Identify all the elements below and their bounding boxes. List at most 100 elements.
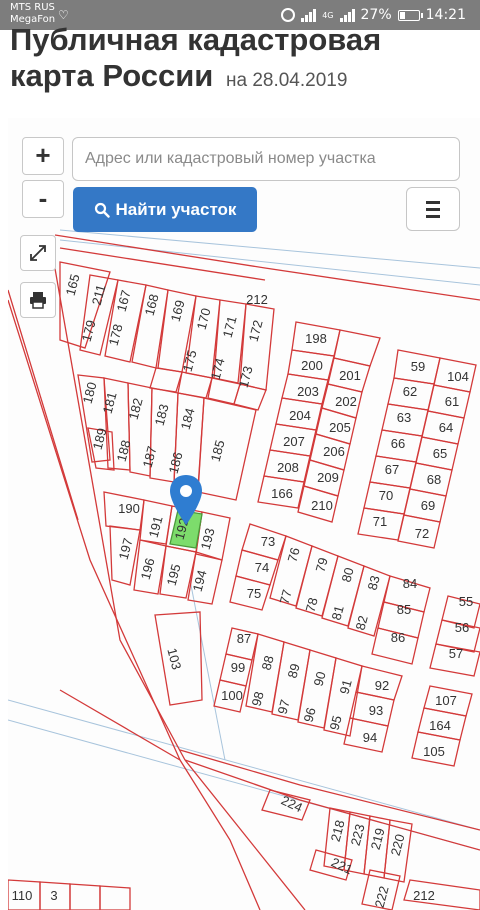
- parcel-label[interactable]: 86: [391, 630, 405, 645]
- parcel-label[interactable]: 104: [447, 369, 469, 384]
- parcel-label[interactable]: 187: [140, 444, 160, 469]
- parcel-label[interactable]: 209: [317, 470, 339, 485]
- parcel-label[interactable]: 181: [100, 390, 120, 415]
- parcel-label[interactable]: 190: [118, 501, 140, 516]
- parcel-label[interactable]: 219: [368, 826, 388, 851]
- parcel-label[interactable]: 63: [397, 410, 411, 425]
- parcel-label[interactable]: 185: [208, 438, 228, 463]
- parcel-label[interactable]: 212: [246, 292, 268, 307]
- parcel-label[interactable]: 85: [397, 602, 411, 617]
- parcel-label[interactable]: 201: [339, 368, 361, 383]
- parcel-label[interactable]: 93: [369, 703, 383, 718]
- parcel-label[interactable]: 65: [433, 446, 447, 461]
- parcel-label[interactable]: 3: [50, 888, 57, 903]
- parcel-label[interactable]: 70: [379, 488, 393, 503]
- zoom-in-button[interactable]: +: [22, 137, 64, 175]
- parcel-label[interactable]: 171: [220, 314, 240, 339]
- parcel-label[interactable]: 174: [208, 356, 228, 381]
- parcel-label[interactable]: 105: [423, 744, 445, 759]
- parcel-label[interactable]: 72: [415, 526, 429, 541]
- menu-button[interactable]: [406, 187, 460, 231]
- parcel-label[interactable]: 218: [328, 818, 348, 843]
- parcel-label[interactable]: 165: [63, 272, 83, 297]
- parcel-label[interactable]: 67: [385, 462, 399, 477]
- map-canvas[interactable]: 165 211 167 168 169 170 171 172 212 179 …: [8, 118, 480, 910]
- parcel-label[interactable]: 183: [152, 402, 172, 427]
- parcel-label[interactable]: 76: [285, 546, 303, 564]
- parcel-label[interactable]: 166: [271, 486, 293, 501]
- fullscreen-button[interactable]: [20, 235, 56, 271]
- parcel-label[interactable]: 222: [372, 884, 392, 909]
- parcel-label[interactable]: 55: [459, 594, 473, 609]
- parcel-label[interactable]: 66: [391, 436, 405, 451]
- parcel-label[interactable]: 77: [277, 588, 295, 606]
- parcel-label[interactable]: 82: [353, 614, 371, 632]
- parcel-label[interactable]: 170: [194, 306, 214, 331]
- parcel-label[interactable]: 203: [297, 384, 319, 399]
- parcel-label[interactable]: 175: [180, 348, 200, 373]
- parcel-label[interactable]: 169: [168, 298, 188, 323]
- parcel-label[interactable]: 81: [329, 604, 347, 622]
- parcel-label[interactable]: 186: [166, 450, 186, 475]
- parcel-label[interactable]: 96: [301, 706, 319, 724]
- parcel-label[interactable]: 87: [237, 631, 251, 646]
- parcel-label[interactable]: 180: [80, 380, 100, 405]
- parcel-label[interactable]: 103: [164, 646, 184, 671]
- parcel-label[interactable]: 206: [323, 444, 345, 459]
- parcel-label[interactable]: 88: [259, 654, 277, 672]
- parcel-label[interactable]: 193: [198, 526, 218, 551]
- parcel-label[interactable]: 204: [289, 408, 311, 423]
- parcel-label[interactable]: 172: [246, 318, 266, 343]
- parcel-label[interactable]: 191: [146, 514, 166, 539]
- parcel-label[interactable]: 210: [311, 498, 333, 513]
- parcel-label[interactable]: 95: [327, 714, 345, 732]
- parcel-label[interactable]: 64: [439, 420, 453, 435]
- parcel-label[interactable]: 179: [79, 318, 99, 343]
- parcel-label[interactable]: 167: [114, 288, 134, 313]
- parcel-label[interactable]: 84: [403, 576, 417, 591]
- parcel-label[interactable]: 207: [283, 434, 305, 449]
- parcel-label[interactable]: 198: [305, 331, 327, 346]
- parcel-label[interactable]: 200: [301, 358, 323, 373]
- search-input[interactable]: [72, 137, 460, 181]
- parcel-label[interactable]: 197: [116, 536, 136, 561]
- parcel-label[interactable]: 94: [363, 730, 377, 745]
- parcel-label[interactable]: 92: [375, 678, 389, 693]
- parcel-label[interactable]: 97: [275, 698, 293, 716]
- parcel-label[interactable]: 68: [427, 472, 441, 487]
- parcel-label[interactable]: 107: [435, 693, 457, 708]
- parcel-label[interactable]: 71: [373, 514, 387, 529]
- parcel-label[interactable]: 69: [421, 498, 435, 513]
- parcel-label[interactable]: 224: [279, 793, 305, 816]
- parcel-label[interactable]: 173: [236, 364, 256, 389]
- parcel-label[interactable]: 178: [106, 322, 126, 347]
- find-parcel-button[interactable]: Найти участок: [73, 187, 257, 232]
- location-pin-icon[interactable]: [168, 474, 204, 526]
- parcel-label[interactable]: 221: [329, 855, 355, 878]
- parcel-label[interactable]: 75: [247, 586, 261, 601]
- cadastral-map[interactable]: 165 211 167 168 169 170 171 172 212 179 …: [8, 118, 480, 910]
- print-button[interactable]: [20, 282, 56, 318]
- parcel-label[interactable]: 83: [365, 574, 383, 592]
- parcel-label[interactable]: 211: [89, 283, 109, 307]
- parcel-label[interactable]: 89: [285, 662, 303, 680]
- parcel-label[interactable]: 78: [303, 596, 321, 614]
- parcel-label[interactable]: 98: [249, 690, 267, 708]
- parcel-label[interactable]: 61: [445, 394, 459, 409]
- parcel-label[interactable]: 56: [455, 620, 469, 635]
- parcel-label[interactable]: 223: [348, 822, 368, 847]
- parcel-label[interactable]: 212: [413, 888, 435, 903]
- parcel-label[interactable]: 208: [277, 460, 299, 475]
- parcel-label[interactable]: 205: [329, 420, 351, 435]
- parcel-label[interactable]: 188: [114, 438, 134, 463]
- parcel-label[interactable]: 195: [164, 562, 184, 587]
- parcel-label[interactable]: 100: [221, 688, 243, 703]
- parcel-label[interactable]: 73: [261, 534, 275, 549]
- zoom-out-button[interactable]: -: [22, 180, 64, 218]
- parcel-label[interactable]: 202: [335, 394, 357, 409]
- parcel-label[interactable]: 164: [429, 718, 451, 733]
- parcel-label[interactable]: 196: [138, 556, 158, 581]
- parcel-label[interactable]: 110: [12, 888, 33, 903]
- parcel-label[interactable]: 62: [403, 384, 417, 399]
- parcel-label[interactable]: 79: [313, 556, 331, 574]
